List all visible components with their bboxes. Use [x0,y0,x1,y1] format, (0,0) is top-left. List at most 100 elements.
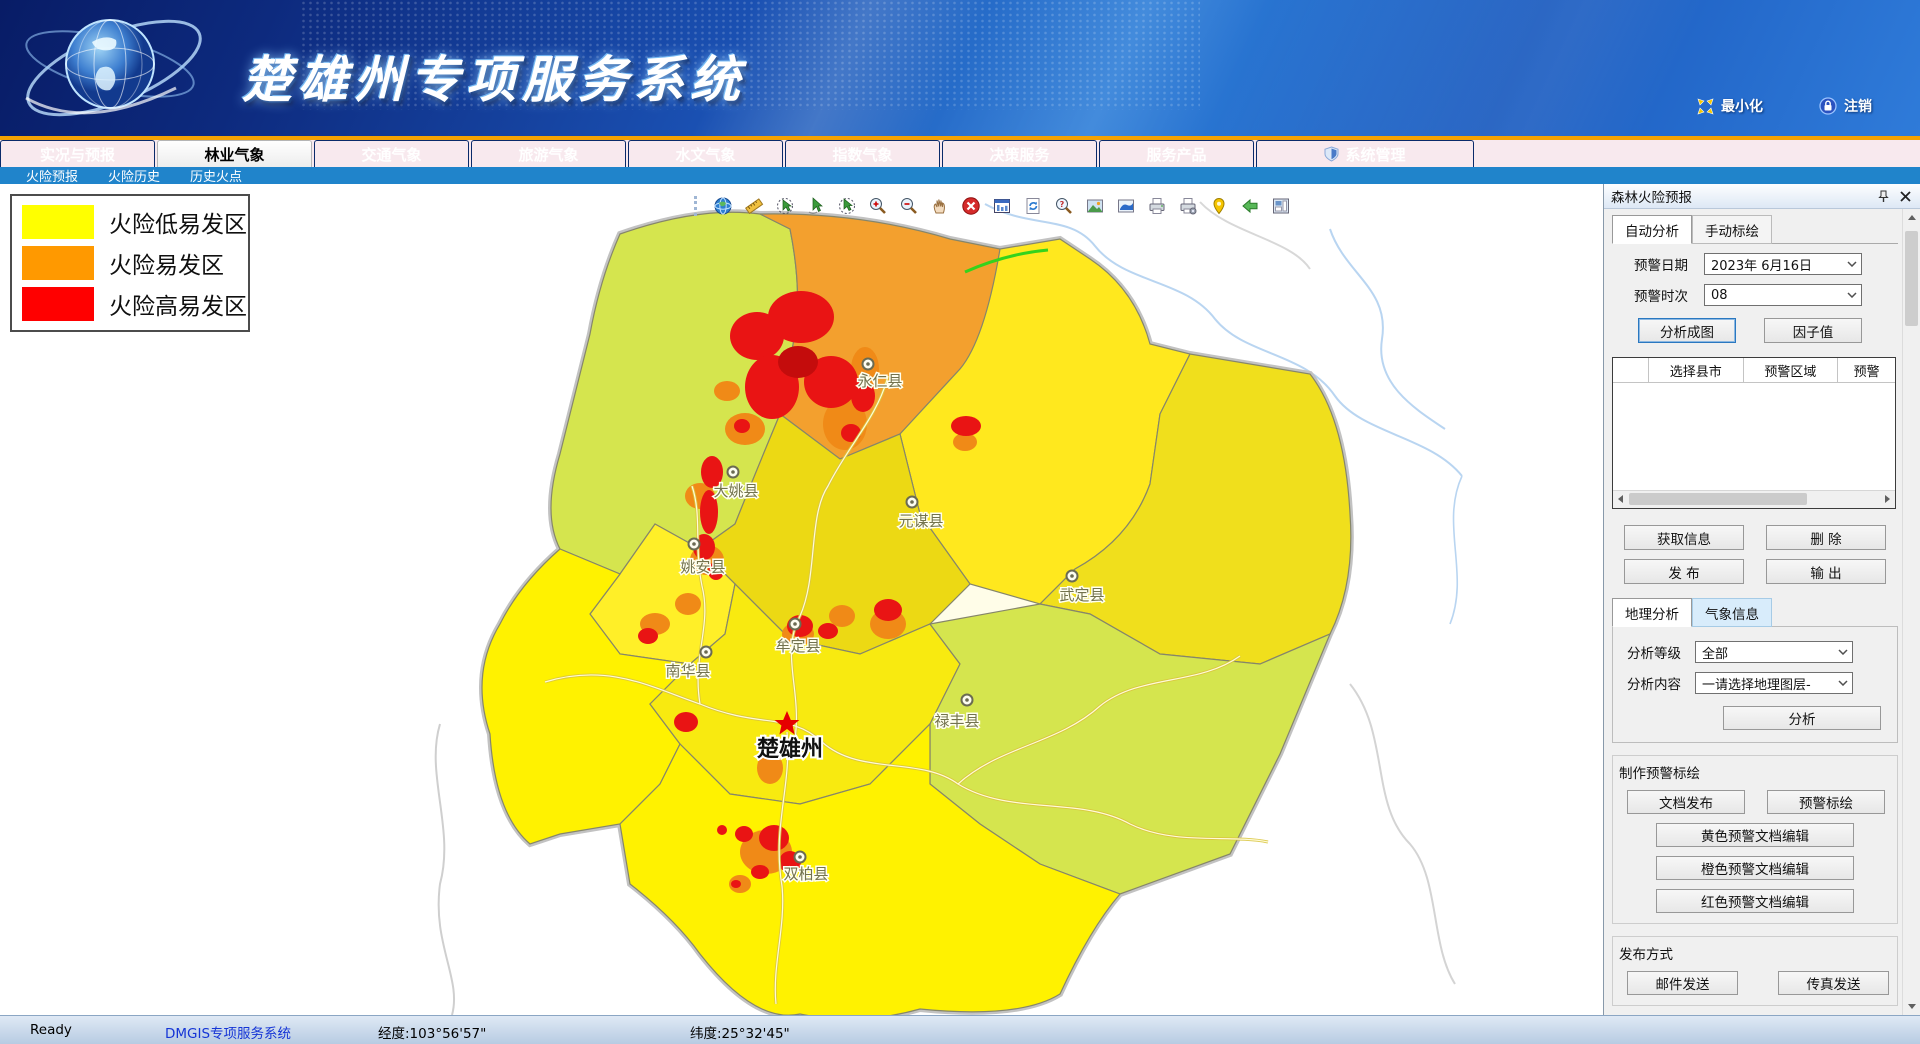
analysis-tabstrip: 自动分析 手动标绘 [1612,215,1898,244]
tab-label: 指数气象 [832,144,892,165]
tab-forestry-weather[interactable]: 林业气象 [157,140,312,167]
geo-analysis-box: 分析等级 全部 分析内容 一请选择地理图层- [1612,626,1898,743]
print-icon[interactable] [1146,196,1167,217]
fax-send-button[interactable]: 传真发送 [1778,971,1889,995]
tab-hydrology-weather[interactable]: 水文气象 [628,140,783,167]
subnav-historical-fire-points[interactable]: 历史火点 [190,166,242,185]
app-title: 楚雄州专项服务系统 [242,40,746,112]
warning-plot-button[interactable]: 预警标绘 [1767,790,1885,814]
minimize-button[interactable]: 最小化 [1697,96,1763,116]
close-icon[interactable] [1897,188,1913,204]
scroll-up-arrow-icon[interactable] [1903,209,1920,226]
panel-content: 自动分析 手动标绘 预警日期 2023年 6月16日 预警时次 08 [1604,209,1902,1015]
status-system-link[interactable]: DMGIS专项服务系统 [165,1022,291,1042]
tab-geo-analysis[interactable]: 地理分析 [1612,598,1692,627]
warning-plot-group: 制作预警标绘 文档发布 预警标绘 黄色预警文档编辑 橙色预警文档编辑 红色预警文… [1612,755,1898,924]
scrollbar-thumb[interactable] [1629,493,1807,505]
page-layout-icon[interactable] [1270,196,1291,217]
warning-time-combobox[interactable]: 08 [1704,284,1862,306]
refresh-page-icon[interactable] [1022,196,1043,217]
email-send-button[interactable]: 邮件发送 [1627,971,1738,995]
chevron-down-icon [1847,261,1857,267]
panel-vertical-scrollbar[interactable] [1902,209,1920,1015]
lock-icon [1819,97,1837,115]
analyze-button[interactable]: 分析 [1723,706,1881,730]
tab-service-products[interactable]: 服务产品 [1099,140,1254,167]
get-info-button[interactable]: 获取信息 [1624,525,1744,550]
identify-icon[interactable]: ? [1053,196,1074,217]
tab-label: 服务产品 [1146,144,1206,165]
county-label: 元谋县 [898,512,943,530]
analysis-level-combobox[interactable]: 全部 [1695,641,1853,663]
map-image-icon[interactable] [1115,196,1136,217]
pan-globe-icon[interactable] [712,196,733,217]
doc-publish-button[interactable]: 文档发布 [1627,790,1745,814]
analysis-content-combobox[interactable]: 一请选择地理图层- [1695,672,1853,694]
capital-label: 楚雄州 [757,737,823,762]
tab-traffic-weather[interactable]: 交通气象 [314,140,469,167]
orange-warning-doc-button[interactable]: 橙色预警文档编辑 [1656,856,1854,880]
tab-tourism-weather[interactable]: 旅游气象 [471,140,626,167]
chevron-down-icon [1838,649,1848,655]
tab-auto-analysis[interactable]: 自动分析 [1612,215,1692,244]
warning-date-combobox[interactable]: 2023年 6月16日 [1704,253,1862,275]
tab-label: 交通气象 [361,144,421,165]
factor-value-button[interactable]: 因子值 [1764,318,1862,343]
logout-label: 注销 [1844,96,1872,116]
table-header-row: 选择县市 预警区域 预警 [1613,358,1895,383]
scrollbar-thumb[interactable] [1905,231,1918,326]
scroll-down-arrow-icon[interactable] [1903,998,1920,1015]
previous-view-icon[interactable] [1239,196,1260,217]
cancel-icon[interactable] [960,196,981,217]
delete-button[interactable]: 删 除 [1766,525,1886,550]
county-label: 姚安县 [680,558,725,576]
main-tabbar: 实况与预报 林业气象 交通气象 旅游气象 水文气象 指数气象 决策服务 服务产品… [0,140,1920,167]
yellow-warning-doc-button[interactable]: 黄色预警文档编辑 [1656,823,1854,847]
tab-manual-plot[interactable]: 手动标绘 [1692,215,1772,244]
map-viewport[interactable]: 永仁县 元谋县 大姚县 姚安县 武定县 牟定县 南华县 禄丰县 双柏县 楚雄州 … [0,184,1603,1015]
tab-live-forecast[interactable]: 实况与预报 [0,140,155,167]
subnav-fire-risk-forecast[interactable]: 火险预报 [26,166,78,185]
scroll-left-arrow-icon[interactable] [1613,491,1628,507]
select-by-circle-icon[interactable] [774,196,795,217]
county-warning-table[interactable]: 选择县市 预警区域 预警 [1612,357,1896,509]
combobox-value: 2023年 6月16日 [1711,255,1812,274]
combobox-value: 全部 [1702,643,1728,662]
pan-hand-icon[interactable] [929,196,950,217]
minimize-icon [1697,98,1714,115]
overview-window-icon[interactable] [991,196,1012,217]
select-feature-icon[interactable] [805,196,826,217]
status-bar: Ready DMGIS专项服务系统 经度:103°56'57" 纬度:25°32… [0,1015,1920,1044]
analyze-chart-button[interactable]: 分析成图 [1638,318,1736,343]
legend-label: 火险低易发区 [109,205,247,239]
pin-icon[interactable] [1875,188,1891,204]
publish-button[interactable]: 发 布 [1624,559,1744,584]
logout-button[interactable]: 注销 [1819,96,1872,116]
print-setup-icon[interactable] [1177,196,1198,217]
locate-pin-icon[interactable] [1208,196,1229,217]
county-polygons[interactable] [482,212,1351,1015]
panel-title: 森林火险预报 [1611,186,1869,206]
table-horizontal-scrollbar[interactable] [1613,490,1895,508]
select-by-lasso-icon[interactable] [836,196,857,217]
analysis-content-label: 分析内容 [1627,673,1687,693]
county-label: 禄丰县 [934,712,979,730]
zoom-out-icon[interactable] [898,196,919,217]
tab-label: 决策服务 [989,144,1049,165]
county-label: 武定县 [1059,586,1104,604]
subnav-fire-risk-history[interactable]: 火险历史 [108,166,160,185]
toolbar-grip[interactable] [694,196,700,216]
export-button[interactable]: 输 出 [1766,559,1886,584]
measure-distance-icon[interactable] [743,196,764,217]
tab-weather-info[interactable]: 气象信息 [1692,598,1772,627]
tab-decision-service[interactable]: 决策服务 [942,140,1097,167]
legend-swatch-low [22,205,94,239]
scroll-right-arrow-icon[interactable] [1880,491,1895,507]
tab-system-management[interactable]: 系统管理 [1256,140,1474,167]
county-label: 永仁县 [857,372,902,390]
tab-label: 实况与预报 [40,144,115,165]
export-image-icon[interactable] [1084,196,1105,217]
zoom-in-icon[interactable] [867,196,888,217]
tab-index-weather[interactable]: 指数气象 [785,140,940,167]
red-warning-doc-button[interactable]: 红色预警文档编辑 [1656,889,1854,913]
